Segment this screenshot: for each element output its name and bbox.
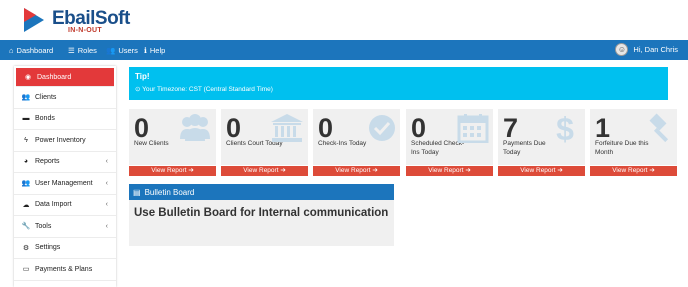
nav-item-label: Users [118,46,138,55]
sidebar-item-label: Power Inventory [35,136,86,144]
sidebar-item-label: Settings [35,244,61,252]
sidebar-item-reports[interactable]: ◕ Reports ‹ [14,152,116,173]
sidebar-item-label: Tools [35,222,52,230]
nav-item-label: Roles [77,46,97,55]
pie-chart-icon: ◕ [23,158,29,166]
bulletin-icon: ▤ [133,187,141,197]
sidebar-item-data-import[interactable]: ☁ Data Import ‹ [14,195,116,216]
courthouse-icon [271,114,303,142]
avatar: ☺ [615,43,629,56]
users-icon: 👥 [21,180,31,188]
timezone-text: Your Timezone: CST (Central Standard Tim… [142,86,273,93]
info-icon: ℹ [144,46,147,55]
nav-dashboard[interactable]: ⌂ Dashboard [9,46,53,55]
sidebar-item-payments-plans[interactable]: ▭ Payments & Plans [14,259,116,281]
stat-box: 1 Forfeiture Due this Month [590,109,677,165]
view-report-button[interactable]: View Report ➔ [406,166,493,176]
nav-roles[interactable]: ☰ Roles [68,46,97,55]
stat-card-scheduled-check-ins: 0 Scheduled Check-Ins Today View Report … [406,109,493,176]
logo-icon[interactable] [22,7,46,33]
users-icon: 👥 [106,46,116,55]
tip-text-row: ⊙ Your Timezone: CST (Central Standard T… [135,85,662,93]
clock-icon: ⊙ [135,86,141,93]
sidebar-item-dashboard[interactable]: ◉ Dashboard [16,68,114,87]
view-report-button[interactable]: View Report ➔ [498,166,585,176]
stat-card-new-clients: 0 New Clients View Report ➔ [129,109,216,176]
check-circle-icon [369,115,395,141]
sidebar-item-label: Payments & Plans [35,265,93,273]
stat-box: 0 Clients Court Today [221,109,308,165]
sidebar-item-label: Data Import [35,201,72,209]
users-icon [180,114,210,141]
sidebar-item-label: Reports [35,158,60,166]
nav-item-label: Dashboard [16,46,54,55]
chevron-left-icon: ‹ [105,201,108,209]
tip-title: Tip! [135,72,150,81]
top-navbar: ⌂ Dashboard ☰ Roles 👥 Users ℹ Help ☺ Hi,… [0,40,688,60]
stat-card-clients-court-today: 0 Clients Court Today View Report ➔ [221,109,308,176]
sidebar: ◉ Dashboard 👥 Clients ▬ Bonds ϟ Power In… [14,66,116,287]
wrench-icon: 🔧 [21,223,31,231]
gavel-icon [649,113,669,143]
view-report-button[interactable]: View Report ➔ [221,166,308,176]
dashboard-icon: ◉ [24,74,32,81]
chevron-left-icon: ‹ [105,222,108,230]
app-header: EbailSoft IN-N-OUT [0,0,688,40]
credit-card-icon: ▭ [22,266,30,274]
user-menu[interactable]: ☺ Hi, Dan Chris [615,43,678,56]
view-report-button[interactable]: View Report ➔ [590,166,677,176]
list-icon: ☰ [68,46,75,55]
sidebar-item-power-inventory[interactable]: ϟ Power Inventory [14,130,116,152]
sidebar-item-tools[interactable]: 🔧 Tools ‹ [14,216,116,238]
sidebar-item-label: Clients [35,93,57,101]
brand-tagline: IN-N-OUT [68,27,102,34]
sidebar-item-label: User Management [35,179,93,187]
sidebar-item-settings[interactable]: ⚙ Settings [14,238,116,259]
svg-text:$: $ [556,113,574,143]
upload-cloud-icon: ☁ [22,201,30,209]
stat-box: 0 Scheduled Check-Ins Today [406,109,493,165]
view-report-button[interactable]: View Report ➔ [129,166,216,176]
sidebar-item-label: Dashboard [37,73,72,81]
user-greeting: Hi, Dan Chris [633,45,678,54]
sidebar-item-clients[interactable]: 👥 Clients [14,87,116,109]
bulletin-header: ▤ Bulletin Board [129,184,394,200]
chevron-left-icon: ‹ [105,158,108,166]
tip-callout: Tip! ⊙ Your Timezone: CST (Central Stand… [129,67,668,100]
sidebar-item-bonds[interactable]: ▬ Bonds [14,109,116,130]
nav-item-label: Help [149,46,166,55]
home-icon: ⌂ [9,46,14,55]
bolt-icon: ϟ [24,136,28,144]
stat-card-check-ins-today: 0 Check-Ins Today View Report ➔ [313,109,400,176]
sidebar-item-label: Bonds [35,115,55,123]
stat-box: 0 Check-Ins Today [313,109,400,165]
nav-users[interactable]: 👥 Users [106,46,138,55]
view-report-button[interactable]: View Report ➔ [313,166,400,176]
bulletin-board: ▤ Bulletin Board Use Bulletin Board for … [129,184,394,246]
stat-card-payments-due-today: 7 Payments Due Today $ View Report ➔ [498,109,585,176]
sidebar-item-user-management[interactable]: 👥 User Management ‹ [14,173,116,195]
stat-box: 0 New Clients [129,109,216,165]
chevron-left-icon: ‹ [105,179,108,187]
dollar-icon: $ [556,113,574,143]
bulletin-message: Use Bulletin Board for Internal communic… [134,207,389,219]
bulletin-title: Bulletin Board [144,187,195,197]
gear-icon: ⚙ [22,244,30,252]
nav-help[interactable]: ℹ Help [144,46,165,55]
stat-card-forfeiture-due: 1 Forfeiture Due this Month View Report … [590,109,677,176]
clients-icon: 👥 [21,94,31,102]
stat-box: 7 Payments Due Today $ [498,109,585,165]
calendar-icon [457,114,489,143]
folder-icon: ▬ [22,115,30,123]
